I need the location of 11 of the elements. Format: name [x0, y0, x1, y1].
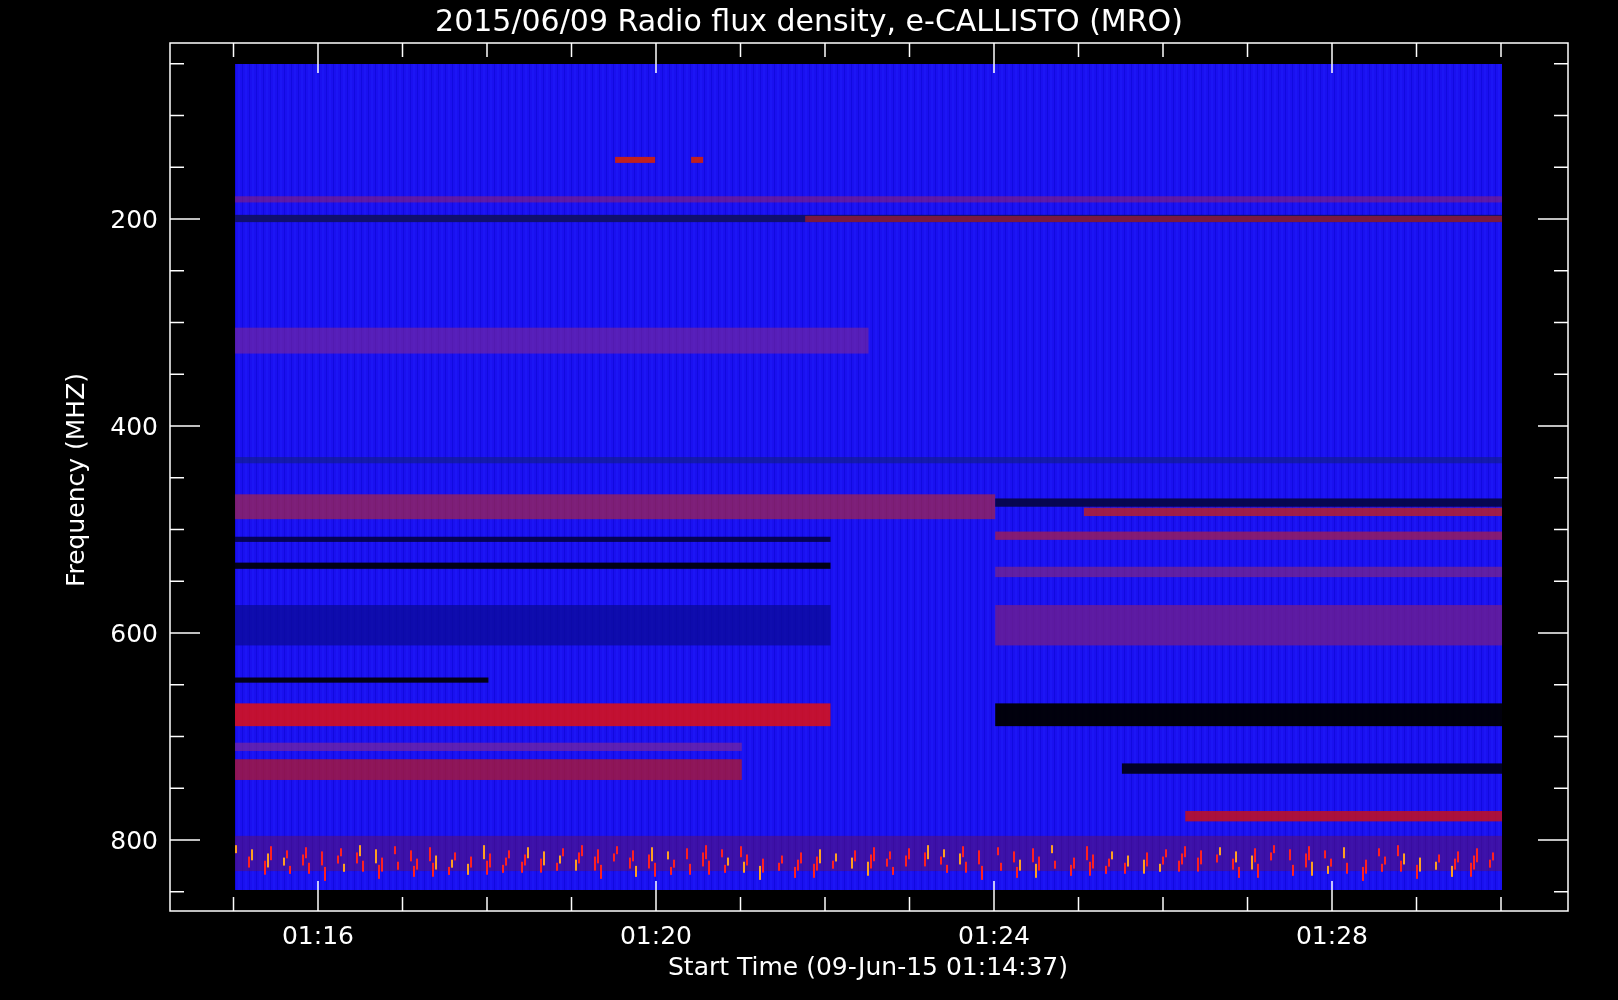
tick-label: 600	[110, 619, 158, 648]
tick-label: 400	[110, 412, 158, 441]
tick-label: 800	[110, 826, 158, 855]
tick-label: 01:16	[282, 921, 354, 950]
tick-label: 01:28	[1296, 921, 1368, 950]
tick-label: 01:24	[958, 921, 1030, 950]
axis-label: Frequency (MHZ)	[61, 372, 90, 588]
axis-label: Start Time (09-Jun-15 01:14:37)	[668, 952, 1068, 981]
tick-label: 01:20	[620, 921, 692, 950]
tick-label: 200	[110, 205, 158, 234]
chart-title: 2015/06/09 Radio flux density, e-CALLISTO (MRO)	[435, 3, 1183, 38]
